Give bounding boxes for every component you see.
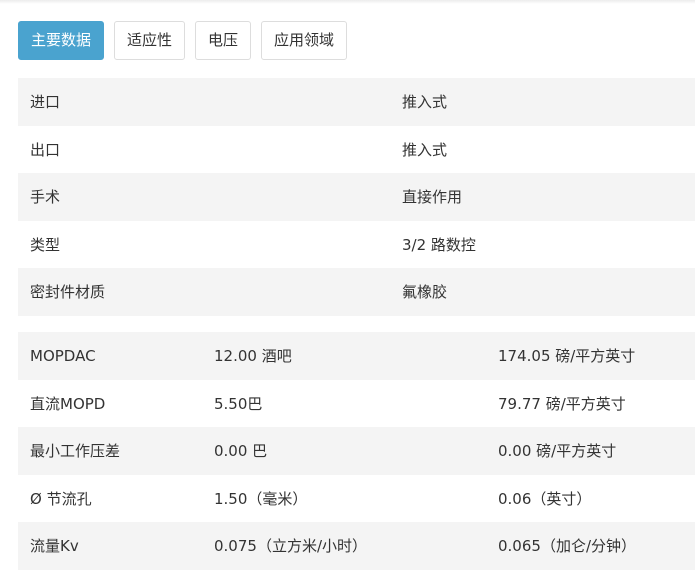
row-value: 3/2 路数控	[402, 235, 476, 254]
row-label: 流量Kv	[30, 537, 79, 556]
table-row: 密封件材质 氟橡胶	[18, 268, 695, 316]
table-row: 最小工作压差 0.00 巴 0.00 磅/平方英寸	[18, 427, 695, 475]
tab-voltage[interactable]: 电压	[195, 21, 252, 60]
tab-main-data[interactable]: 主要数据	[18, 21, 105, 60]
row-label: 出口	[30, 140, 61, 159]
spec-data-table: MOPDAC 12.00 酒吧 174.05 磅/平方英寸 直流MOPD 5.5…	[18, 332, 695, 570]
table-row: 流量Kv 0.075（立方米/小时） 0.065（加仑/分钟）	[18, 522, 695, 570]
row-metric-value: 1.50（毫米）	[214, 489, 308, 508]
table-row: 出口 推入式	[18, 125, 695, 173]
table-row: 类型 3/2 路数控	[18, 220, 695, 268]
tab-applications[interactable]: 应用领域	[261, 21, 348, 60]
row-label: 进口	[30, 93, 61, 112]
row-imperial-value: 174.05 磅/平方英寸	[498, 347, 636, 366]
row-metric-value: 0.075（立方米/小时）	[214, 537, 367, 556]
row-imperial-value: 79.77 磅/平方英寸	[498, 394, 626, 413]
row-value: 氟橡胶	[402, 283, 448, 302]
table-row: Ø 节流孔 1.50（毫米） 0.06（英寸）	[18, 474, 695, 522]
tab-suitability[interactable]: 适应性	[114, 21, 186, 60]
general-data-table: 进口 推入式 出口 推入式 手术 直接作用 类型 3/2 路数控 密封件材质 氟…	[18, 78, 695, 316]
row-label: 直流MOPD	[30, 394, 106, 413]
row-imperial-value: 0.00 磅/平方英寸	[498, 442, 617, 461]
row-label: 类型	[30, 235, 61, 254]
row-metric-value: 0.00 巴	[214, 442, 268, 461]
row-label: 手术	[30, 188, 61, 207]
row-imperial-value: 0.065（加仑/分钟）	[498, 537, 636, 556]
row-value: 直接作用	[402, 188, 463, 207]
table-row: 进口 推入式	[18, 78, 695, 126]
row-value: 推入式	[402, 93, 448, 112]
tab-bar: 主要数据 适应性 电压 应用领域	[18, 21, 348, 60]
row-label: 密封件材质	[30, 283, 106, 302]
top-shadow	[0, 0, 695, 4]
table-row: 直流MOPD 5.50巴 79.77 磅/平方英寸	[18, 379, 695, 427]
table-row: MOPDAC 12.00 酒吧 174.05 磅/平方英寸	[18, 332, 695, 380]
row-label: MOPDAC	[30, 346, 96, 365]
table-row: 手术 直接作用	[18, 173, 695, 221]
row-value: 推入式	[402, 140, 448, 159]
row-label: Ø 节流孔	[30, 489, 92, 508]
row-imperial-value: 0.06（英寸）	[498, 489, 592, 508]
row-metric-value: 5.50巴	[214, 394, 263, 413]
row-metric-value: 12.00 酒吧	[214, 347, 292, 366]
row-label: 最小工作压差	[30, 442, 121, 461]
